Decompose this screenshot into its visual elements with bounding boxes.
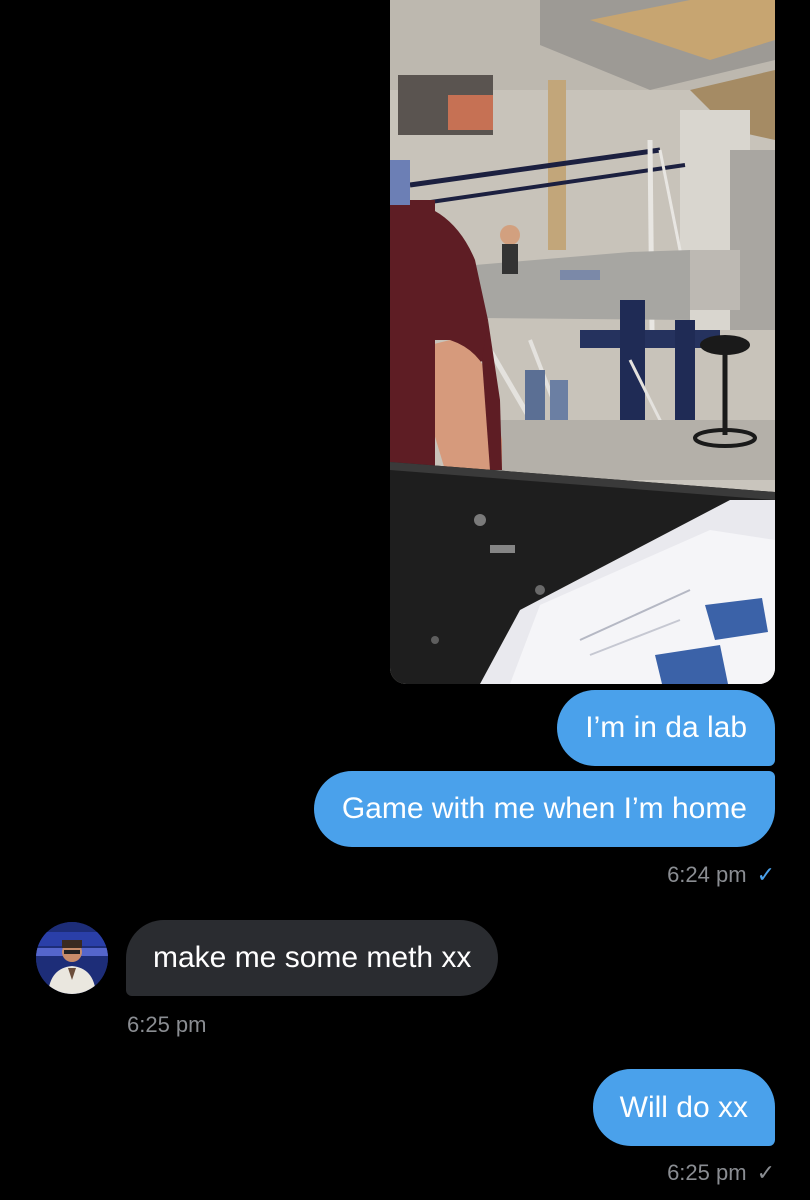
message-bubble-outgoing[interactable]: I’m in da lab [557,690,775,766]
avatar-image [36,922,108,994]
message-timestamp: 6:25 pm ✓ [667,1160,775,1186]
timestamp-text: 6:24 pm [667,862,747,887]
message-timestamp: 6:25 pm [127,1012,207,1038]
timestamp-text: 6:25 pm [667,1160,747,1185]
message-bubble-incoming[interactable]: make me some meth xx [126,920,499,996]
contact-avatar[interactable] [36,922,108,994]
message-text: I’m in da lab [585,711,747,744]
conversation-view[interactable]: I’m in da lab Game with me when I’m home… [0,0,810,1200]
message-text: Will do xx [619,1090,748,1124]
message-bubble-outgoing[interactable]: Game with me when I’m home [313,771,775,847]
sent-check-icon: ✓ [756,1160,775,1185]
message-bubble-outgoing[interactable]: Will do xx [592,1069,775,1146]
message-timestamp: 6:24 pm ✓ [667,862,775,888]
timestamp-text: 6:25 pm [127,1012,207,1037]
message-text: make me some meth xx [153,941,472,974]
read-check-icon: ✓ [756,862,775,887]
lab-photo-image [390,0,775,684]
message-text: Game with me when I’m home [341,792,747,825]
photo-message[interactable] [390,0,775,684]
